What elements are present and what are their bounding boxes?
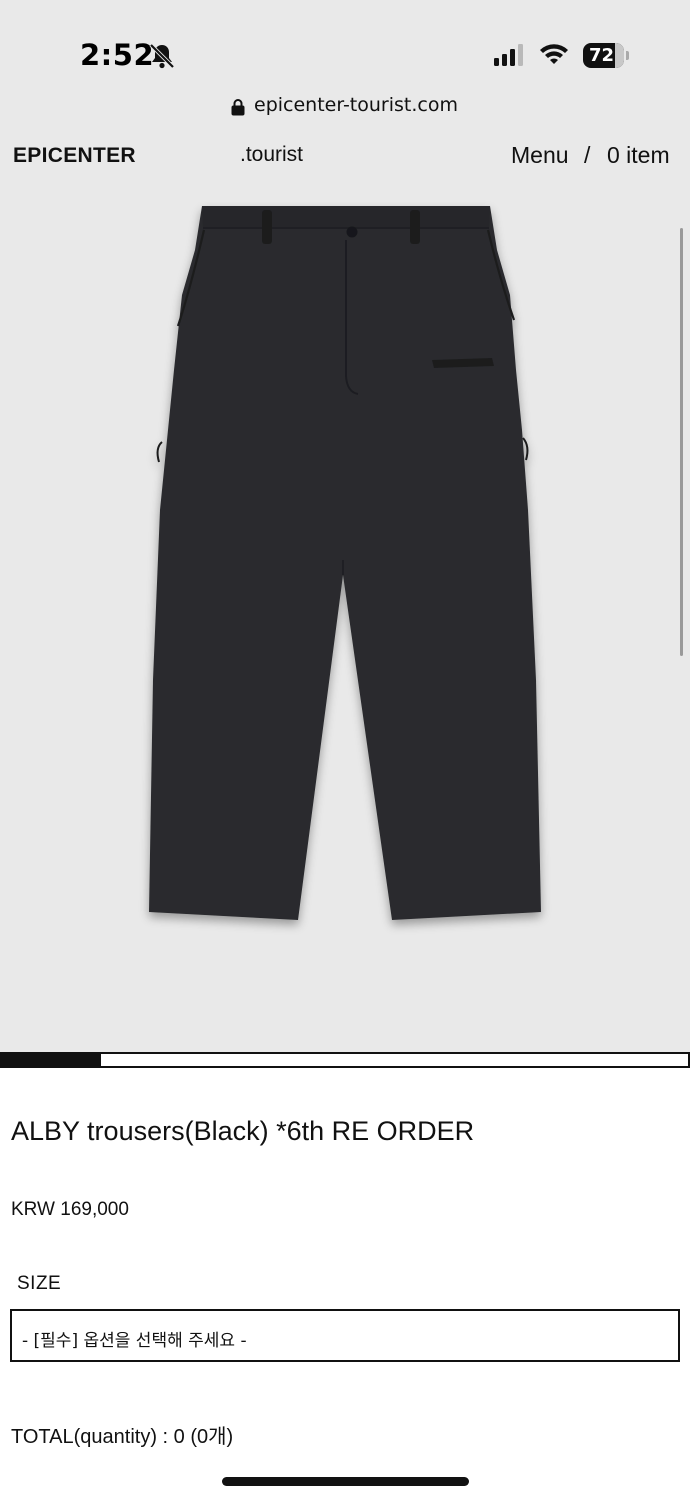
lock-icon (231, 99, 245, 116)
site-sub-logo[interactable]: .tourist (240, 143, 303, 167)
battery-icon: 72 (583, 43, 629, 68)
product-image[interactable] (0, 180, 690, 1052)
page-scrollbar[interactable] (680, 228, 683, 656)
product-price: KRW 169,000 (11, 1199, 129, 1220)
size-label: SIZE (17, 1273, 62, 1294)
size-select[interactable]: - [필수] 옵션을 선택해 주세요 - (10, 1309, 680, 1362)
total-quantity: TOTAL(quantity) : 0 (0개) (11, 1426, 234, 1448)
header-separator: / (584, 142, 591, 168)
cellular-signal-icon (494, 44, 523, 66)
wifi-icon (540, 44, 568, 64)
menu-link[interactable]: Menu (511, 142, 569, 169)
gallery-progress-bar[interactable] (0, 1052, 690, 1068)
gallery-progress-fill (2, 1054, 101, 1066)
browser-url-bar[interactable]: epicenter-tourist.com (0, 90, 690, 124)
size-select-value: - [필수] 옵션을 선택해 주세요 - (22, 1331, 247, 1351)
status-time: 2:52 (80, 38, 155, 72)
url-text: epicenter-tourist.com (254, 94, 458, 116)
product-title: ALBY trousers(Black) *6th RE ORDER (11, 1116, 475, 1146)
site-header: EPICENTER .tourist Menu / 0 item (0, 134, 690, 178)
site-logo[interactable]: EPICENTER (13, 144, 136, 168)
trousers-illustration (149, 206, 541, 920)
bell-slash-icon (149, 43, 175, 69)
home-indicator[interactable] (222, 1477, 469, 1486)
cart-link[interactable]: 0 item (607, 142, 670, 169)
status-bar: 2:52 72 (0, 0, 690, 90)
battery-level: 72 (588, 45, 615, 66)
